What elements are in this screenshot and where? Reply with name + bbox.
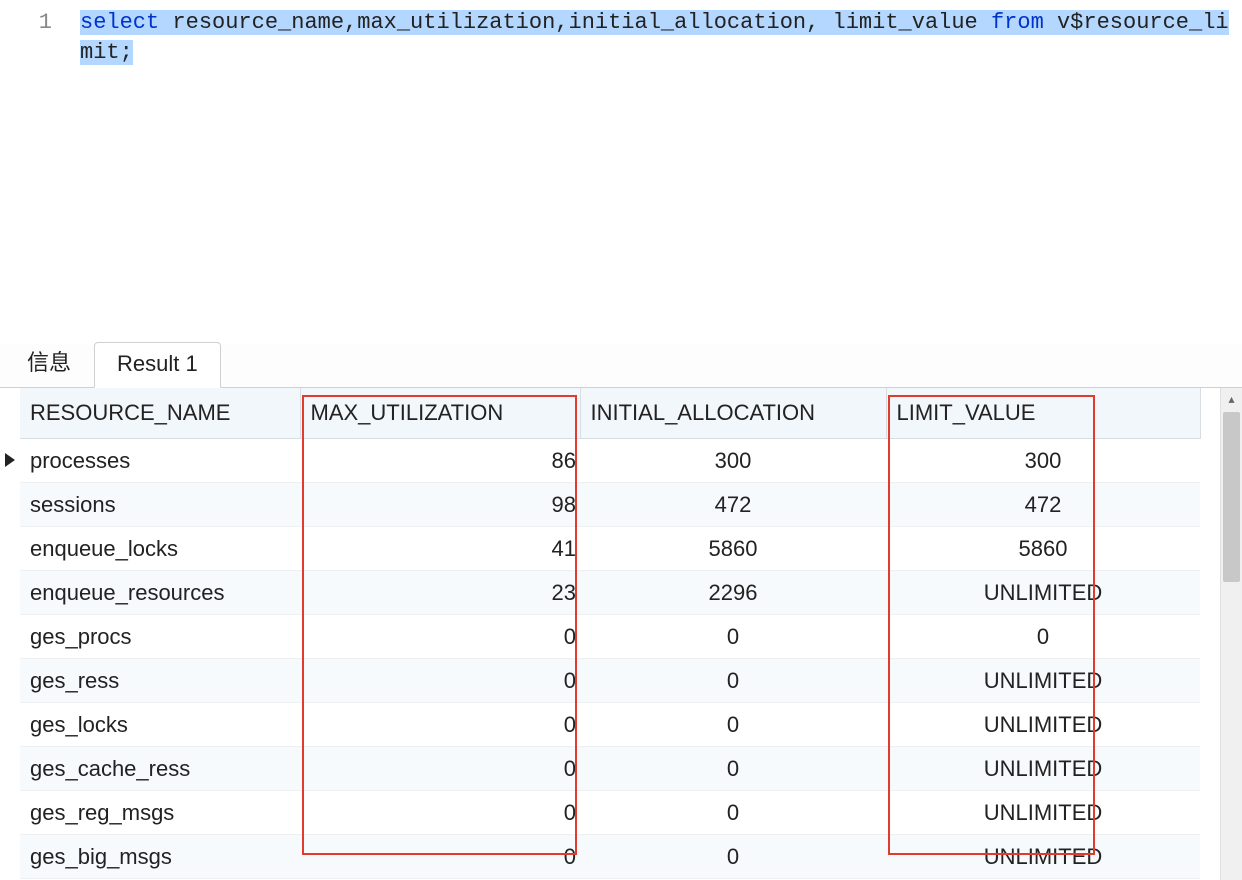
cell-max-utilization[interactable]: 0 bbox=[300, 835, 580, 879]
cell-limit-value[interactable]: UNLIMITED bbox=[886, 835, 1200, 879]
result-panel: RESOURCE_NAME MAX_UTILIZATION INITIAL_AL… bbox=[0, 388, 1242, 880]
cell-resource-name[interactable]: ges_big_msgs bbox=[20, 835, 300, 879]
cell-resource-name[interactable]: ges_reg_msgs bbox=[20, 791, 300, 835]
cell-limit-value[interactable]: UNLIMITED bbox=[886, 571, 1200, 615]
cell-limit-value[interactable]: UNLIMITED bbox=[886, 791, 1200, 835]
table-row[interactable]: enqueue_resources232296UNLIMITED bbox=[20, 571, 1200, 615]
cell-max-utilization[interactable]: 0 bbox=[300, 791, 580, 835]
cell-limit-value[interactable]: 5860 bbox=[886, 527, 1200, 571]
cell-resource-name[interactable]: ges_cache_ress bbox=[20, 747, 300, 791]
cell-max-utilization[interactable]: 86 bbox=[300, 439, 580, 483]
cell-initial-allocation[interactable]: 0 bbox=[580, 835, 886, 879]
cell-initial-allocation[interactable]: 300 bbox=[580, 439, 886, 483]
table-row[interactable]: sessions98472472 bbox=[20, 483, 1200, 527]
chevron-up-icon: ▴ bbox=[1228, 392, 1234, 406]
scroll-up-button[interactable]: ▴ bbox=[1221, 388, 1242, 410]
cell-resource-name[interactable]: sessions bbox=[20, 483, 300, 527]
column-header-limit-value[interactable]: LIMIT_VALUE bbox=[886, 388, 1200, 439]
cell-resource-name[interactable]: ges_locks bbox=[20, 703, 300, 747]
cell-max-utilization[interactable]: 41 bbox=[300, 527, 580, 571]
table-row[interactable]: ges_locks00UNLIMITED bbox=[20, 703, 1200, 747]
table-row[interactable]: ges_procs000 bbox=[20, 615, 1200, 659]
row-indicator-current bbox=[0, 438, 20, 482]
tab-info[interactable]: 信息 bbox=[4, 336, 94, 387]
cell-initial-allocation[interactable]: 472 bbox=[580, 483, 886, 527]
cell-initial-allocation[interactable]: 0 bbox=[580, 791, 886, 835]
scrollbar-thumb[interactable] bbox=[1223, 412, 1240, 582]
column-header-resource-name[interactable]: RESOURCE_NAME bbox=[20, 388, 300, 439]
sql-keyword-from: from bbox=[991, 10, 1044, 35]
cell-limit-value[interactable]: 0 bbox=[886, 615, 1200, 659]
table-row[interactable]: processes86300300 bbox=[20, 439, 1200, 483]
cell-limit-value[interactable]: UNLIMITED bbox=[886, 659, 1200, 703]
table-row[interactable]: ges_reg_msgs00UNLIMITED bbox=[20, 791, 1200, 835]
column-header-initial-allocation[interactable]: INITIAL_ALLOCATION bbox=[580, 388, 886, 439]
cell-resource-name[interactable]: processes bbox=[20, 439, 300, 483]
cell-max-utilization[interactable]: 0 bbox=[300, 747, 580, 791]
result-tabs-bar: 信息 Result 1 bbox=[0, 344, 1242, 388]
cell-initial-allocation[interactable]: 0 bbox=[580, 615, 886, 659]
cell-max-utilization[interactable]: 0 bbox=[300, 659, 580, 703]
cell-initial-allocation[interactable]: 5860 bbox=[580, 527, 886, 571]
cell-initial-allocation[interactable]: 0 bbox=[580, 659, 886, 703]
table-row[interactable]: ges_cache_ress00UNLIMITED bbox=[20, 747, 1200, 791]
result-table[interactable]: RESOURCE_NAME MAX_UTILIZATION INITIAL_AL… bbox=[20, 388, 1201, 879]
cell-limit-value[interactable]: UNLIMITED bbox=[886, 703, 1200, 747]
cell-resource-name[interactable]: ges_ress bbox=[20, 659, 300, 703]
column-header-max-utilization[interactable]: MAX_UTILIZATION bbox=[300, 388, 580, 439]
cell-max-utilization[interactable]: 23 bbox=[300, 571, 580, 615]
cell-limit-value[interactable]: 300 bbox=[886, 439, 1200, 483]
cell-limit-value[interactable]: 472 bbox=[886, 483, 1200, 527]
cell-initial-allocation[interactable]: 2296 bbox=[580, 571, 886, 615]
sql-fields: resource_name,max_utilization,initial_al… bbox=[159, 10, 991, 35]
cell-resource-name[interactable]: enqueue_locks bbox=[20, 527, 300, 571]
editor-gutter: 1 bbox=[0, 4, 80, 344]
sql-editor[interactable]: 1 select resource_name,max_utilization,i… bbox=[0, 0, 1242, 344]
sql-code[interactable]: select resource_name,max_utilization,ini… bbox=[80, 4, 1242, 344]
cell-limit-value[interactable]: UNLIMITED bbox=[886, 747, 1200, 791]
cell-max-utilization[interactable]: 0 bbox=[300, 703, 580, 747]
table-row[interactable]: ges_big_msgs00UNLIMITED bbox=[20, 835, 1200, 879]
sql-keyword-select: select bbox=[80, 10, 159, 35]
cell-initial-allocation[interactable]: 0 bbox=[580, 703, 886, 747]
tab-result-1[interactable]: Result 1 bbox=[94, 342, 221, 388]
cell-max-utilization[interactable]: 0 bbox=[300, 615, 580, 659]
cell-resource-name[interactable]: enqueue_resources bbox=[20, 571, 300, 615]
table-row[interactable]: ges_ress00UNLIMITED bbox=[20, 659, 1200, 703]
vertical-scrollbar[interactable]: ▴ bbox=[1220, 388, 1242, 880]
line-number: 1 bbox=[0, 8, 52, 38]
table-header-row: RESOURCE_NAME MAX_UTILIZATION INITIAL_AL… bbox=[20, 388, 1200, 439]
cell-initial-allocation[interactable]: 0 bbox=[580, 747, 886, 791]
cell-resource-name[interactable]: ges_procs bbox=[20, 615, 300, 659]
current-row-arrow-icon bbox=[5, 453, 15, 467]
table-row[interactable]: enqueue_locks4158605860 bbox=[20, 527, 1200, 571]
cell-max-utilization[interactable]: 98 bbox=[300, 483, 580, 527]
row-indicator-column bbox=[0, 388, 20, 880]
result-grid-scroll[interactable]: RESOURCE_NAME MAX_UTILIZATION INITIAL_AL… bbox=[20, 388, 1220, 880]
